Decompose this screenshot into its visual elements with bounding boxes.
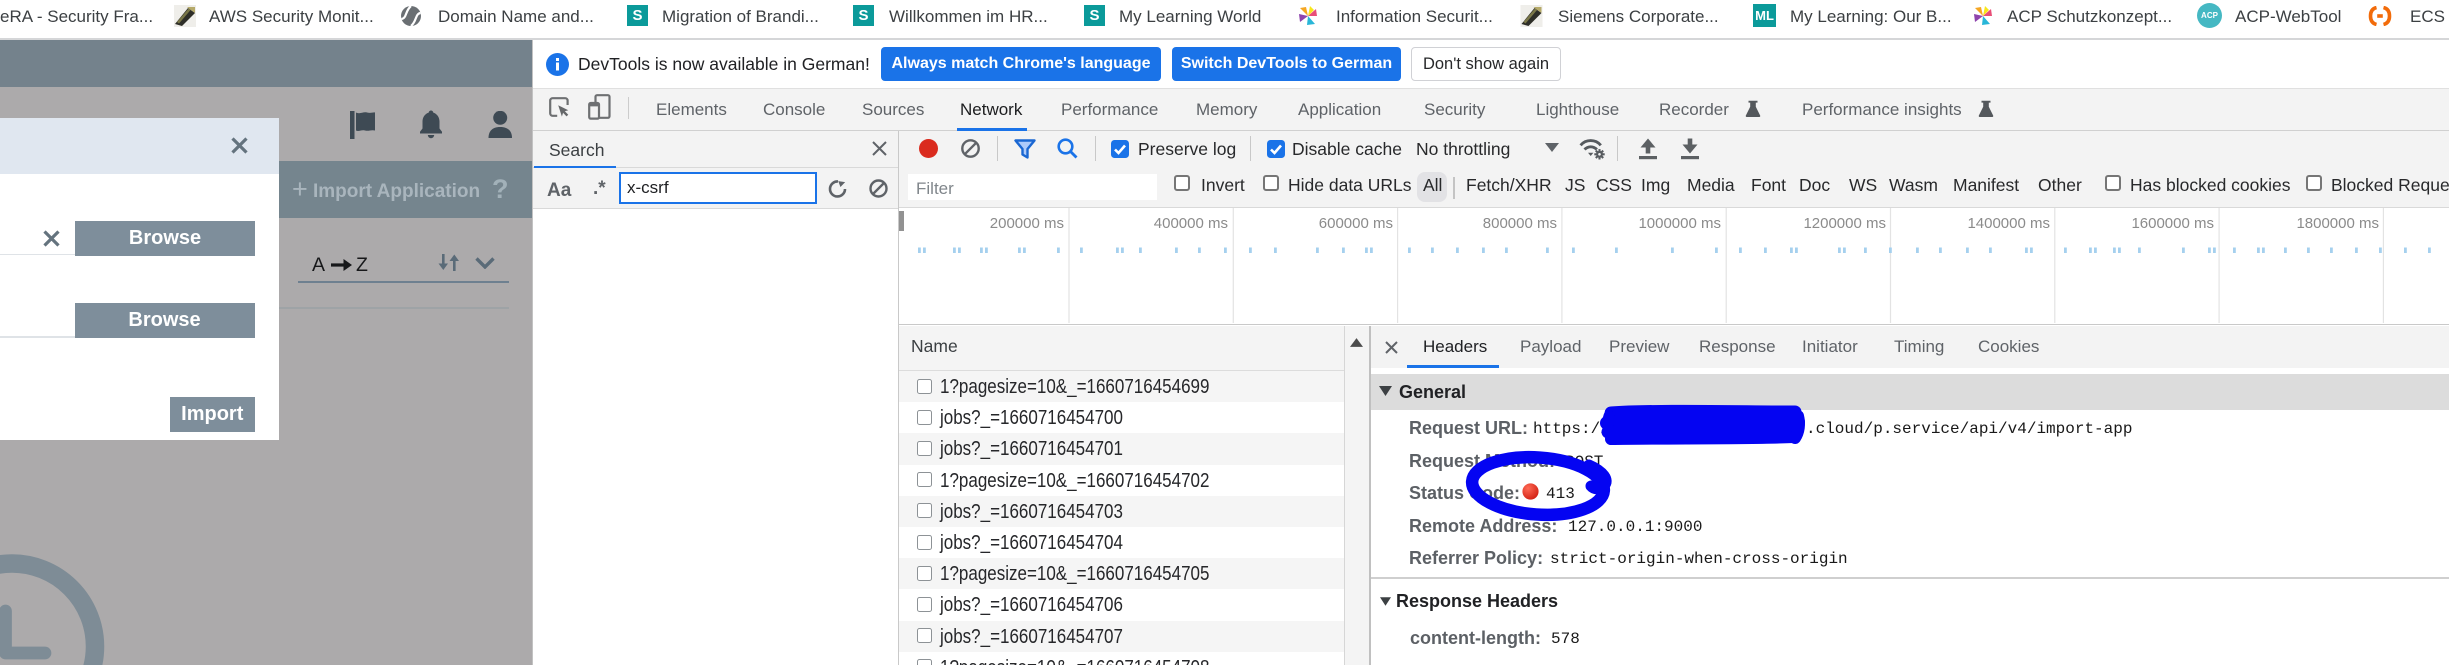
svg-text:800000 ms: 800000 ms (1483, 215, 1557, 232)
svg-text:400000 ms: 400000 ms (1154, 215, 1228, 232)
svg-text:200000 ms: 200000 ms (990, 215, 1064, 232)
svg-text:1400000 ms: 1400000 ms (1967, 215, 2050, 232)
svg-text:600000 ms: 600000 ms (1319, 215, 1393, 232)
svg-text:1000000 ms: 1000000 ms (1638, 215, 1721, 232)
svg-text:1200000 ms: 1200000 ms (1803, 215, 1886, 232)
svg-text:1800000 ms: 1800000 ms (2296, 215, 2379, 232)
svg-text:1600000 ms: 1600000 ms (2131, 215, 2214, 232)
